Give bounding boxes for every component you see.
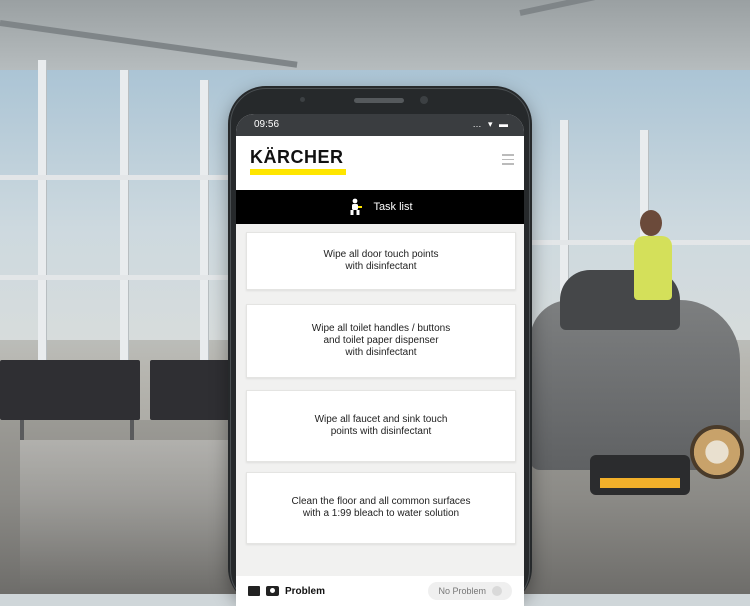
- no-problem-label: No Problem: [438, 586, 486, 596]
- status-time: 09:56: [254, 119, 280, 130]
- app-header: KÄRCHER: [236, 136, 524, 188]
- brand-name: KÄRCHER: [250, 147, 344, 167]
- toggle-knob: [492, 586, 502, 596]
- sensor-dot: [300, 97, 305, 102]
- waiting-seat: [150, 360, 230, 420]
- scrubber-wheel: [690, 425, 744, 479]
- brand-underline: [250, 169, 346, 175]
- seat-leg: [130, 420, 134, 440]
- problem-label[interactable]: Problem: [285, 586, 325, 597]
- waiting-seat: [0, 360, 140, 420]
- operator-head: [640, 210, 662, 236]
- window-mullion: [200, 80, 208, 360]
- cleaner-icon: [347, 198, 363, 216]
- task-text: Wipe all door touch points with disinfec…: [323, 249, 439, 272]
- task-list-header: Task list: [236, 190, 524, 224]
- smartphone: 09:56 … ▾ ▬ KÄRCHER Task list Wipe all d…: [228, 86, 532, 606]
- task-list-title: Task list: [373, 201, 413, 213]
- message-icon[interactable]: [248, 586, 260, 596]
- hamburger-menu-icon[interactable]: [502, 154, 514, 165]
- window-rail: [0, 275, 230, 280]
- operator-vest: [634, 236, 672, 300]
- window-mullion: [38, 60, 46, 380]
- seat-leg: [20, 420, 24, 440]
- front-camera: [420, 96, 428, 104]
- task-card[interactable]: Wipe all toilet handles / buttons and to…: [246, 304, 516, 378]
- scrubber-stripe: [600, 478, 680, 488]
- task-card[interactable]: Clean the floor and all common surfaces …: [246, 472, 516, 544]
- app-screen: 09:56 … ▾ ▬ KÄRCHER Task list Wipe all d…: [236, 114, 524, 606]
- task-text: Wipe all toilet handles / buttons and to…: [311, 323, 451, 358]
- window-mullion: [120, 70, 128, 370]
- earpiece-speaker: [354, 98, 404, 103]
- task-card[interactable]: Wipe all faucet and sink touch points wi…: [246, 390, 516, 462]
- scrubber-base: [590, 455, 690, 495]
- camera-icon[interactable]: [266, 586, 279, 596]
- karcher-logo: KÄRCHER: [250, 148, 346, 175]
- floor-reflection: [20, 440, 250, 590]
- task-card[interactable]: Wipe all door touch points with disinfec…: [246, 232, 516, 290]
- task-text: Clean the floor and all common surfaces …: [291, 496, 471, 519]
- no-problem-toggle[interactable]: No Problem: [428, 582, 512, 600]
- task-list: Wipe all door touch points with disinfec…: [236, 224, 524, 576]
- status-icons: … ▾ ▬: [472, 119, 510, 129]
- task-text: Wipe all faucet and sink touch points wi…: [314, 414, 448, 437]
- operator-person: [628, 210, 674, 300]
- problem-bar: Problem No Problem: [236, 576, 524, 606]
- window-rail: [0, 175, 230, 180]
